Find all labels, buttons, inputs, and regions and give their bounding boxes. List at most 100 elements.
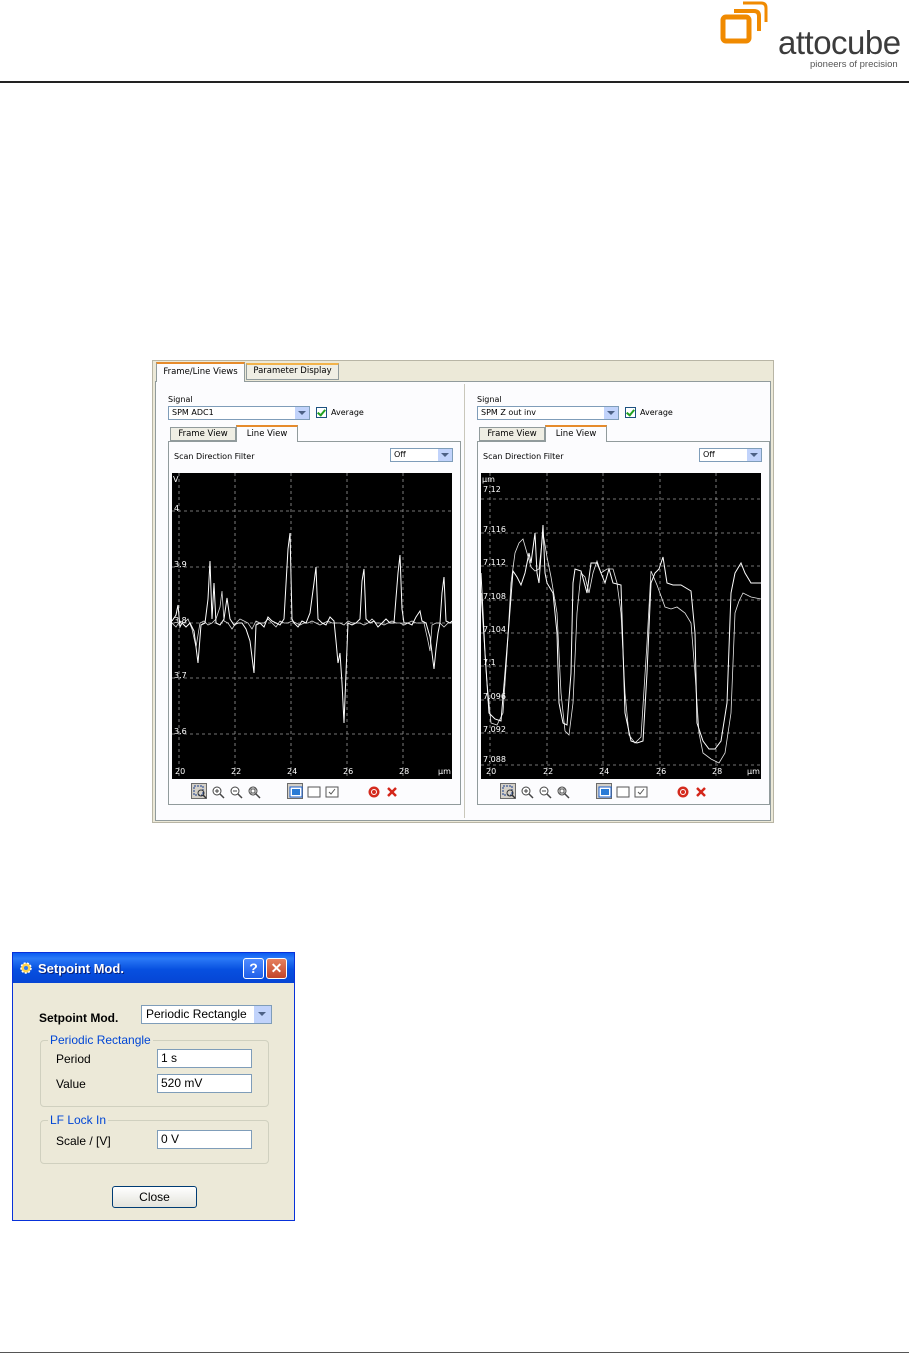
chevron-down-icon[interactable] (603, 407, 618, 419)
signal-value: SPM Z out inv (481, 408, 537, 417)
y-tick-label: 7.116 (483, 525, 506, 534)
x-tick-label: 26 (656, 767, 667, 776)
dialog-titlebar[interactable]: Setpoint Mod. ? ✕ (13, 953, 294, 983)
y-tick-label: 7.096 (483, 692, 506, 701)
line-plot-adc1[interactable]: V 4 3.9 3.8 3.7 3.6 20 22 24 26 28 µm (172, 473, 452, 779)
header-rule (0, 81, 909, 83)
zoom-fit-icon[interactable] (554, 783, 570, 799)
close-icon[interactable]: ✕ (266, 958, 287, 979)
group-title: LF Lock In (48, 1113, 109, 1127)
clear-icon[interactable] (692, 783, 708, 799)
dialog-title: Setpoint Mod. (38, 961, 124, 976)
tab-frame-view[interactable]: Frame View (170, 427, 236, 441)
y-axis-labels: µm 7.12 7.116 7.112 7.108 7.104 7.1 7.09… (481, 473, 515, 779)
tab-parameter-display[interactable]: Parameter Display (246, 363, 339, 380)
tab-line-view[interactable]: Line View (236, 425, 298, 442)
setpoint-mod-label: Setpoint Mod. (39, 1011, 119, 1025)
view-check-icon[interactable] (323, 783, 339, 799)
y-tick-label: 7.1 (483, 658, 496, 667)
setpoint-mod-select[interactable]: Periodic Rectangle (141, 1005, 272, 1024)
view-check-icon[interactable] (632, 783, 648, 799)
value-field[interactable]: 520 mV (157, 1074, 252, 1093)
line-view-panel: Scan Direction Filter Off (477, 441, 770, 805)
scan-direction-filter-label: Scan Direction Filter (483, 452, 564, 461)
export-icon[interactable] (674, 783, 690, 799)
zoom-fit-icon[interactable] (245, 783, 261, 799)
signal-label: Signal (168, 395, 193, 404)
gear-icon (20, 962, 32, 974)
trace-forward (172, 532, 452, 724)
period-label: Period (56, 1052, 91, 1066)
x-tick-label: 26 (343, 767, 354, 776)
average-label: Average (331, 408, 364, 417)
scan-direction-filter-select[interactable]: Off (390, 448, 453, 462)
average-checkbox[interactable] (625, 407, 636, 418)
setpoint-mod-value: Periodic Rectangle (146, 1007, 247, 1021)
tab-frame-line-views[interactable]: Frame/Line Views (156, 362, 245, 382)
periodic-rectangle-group: Periodic Rectangle Period 1 s Value 520 … (40, 1033, 269, 1107)
help-button[interactable]: ? (243, 958, 264, 979)
zoom-out-icon[interactable] (227, 783, 243, 799)
trace-forward (481, 524, 761, 750)
x-axis-labels: 20 22 24 26 28 µm (172, 767, 452, 779)
x-tick-label: 24 (287, 767, 298, 776)
zoom-out-icon[interactable] (536, 783, 552, 799)
left-signal-panel: Signal SPM ADC1 Average Frame View Line … (163, 382, 461, 818)
lf-lock-in-group: LF Lock In Scale / [V] 0 V (40, 1113, 269, 1164)
x-tick-label: 20 (486, 767, 497, 776)
logo-mark-icon (720, 1, 768, 44)
signal-select[interactable]: SPM Z out inv (477, 406, 619, 420)
signal-label: Signal (477, 395, 502, 404)
signal-value: SPM ADC1 (172, 408, 214, 417)
signal-select[interactable]: SPM ADC1 (168, 406, 310, 420)
scale-label: Scale / [V] (56, 1134, 111, 1148)
tab-frame-view[interactable]: Frame View (479, 427, 545, 441)
y-tick-label: 7.12 (483, 485, 501, 494)
footer-rule (0, 1352, 909, 1353)
view-frame-icon[interactable] (305, 783, 321, 799)
setpoint-mod-dialog: Setpoint Mod. ? ✕ Setpoint Mod. Periodic… (12, 952, 295, 1221)
chevron-down-icon[interactable] (746, 449, 761, 461)
trace-backward (481, 532, 761, 764)
line-plot-z-out[interactable]: µm 7.12 7.116 7.112 7.108 7.104 7.1 7.09… (481, 473, 761, 779)
y-tick-label: 7.088 (483, 755, 506, 764)
logo-tagline: pioneers of precision (810, 59, 898, 70)
x-axis-labels: 20 22 24 26 28 µm (481, 767, 761, 779)
zoom-in-icon[interactable] (209, 783, 225, 799)
select-zoom-icon[interactable] (500, 783, 516, 799)
select-zoom-icon[interactable] (191, 783, 207, 799)
clear-icon[interactable] (383, 783, 399, 799)
plot-toolbar (500, 783, 740, 800)
average-checkbox[interactable] (316, 407, 327, 418)
close-button[interactable]: Close (112, 1186, 197, 1208)
view-single-icon[interactable] (596, 783, 612, 799)
scan-direction-filter-label: Scan Direction Filter (174, 452, 255, 461)
attocube-logo: attocube pioneers of precision (718, 0, 909, 72)
y-unit-label: µm (482, 475, 495, 484)
tab-line-view[interactable]: Line View (545, 425, 607, 442)
y-tick-label: 7.104 (483, 625, 506, 634)
scan-view-window: Frame/Line Views Parameter Display Signa… (152, 360, 774, 823)
chevron-down-icon[interactable] (294, 407, 309, 419)
scale-field[interactable]: 0 V (157, 1130, 252, 1149)
x-unit-label: µm (747, 767, 760, 776)
line-view-panel: Scan Direction Filter Off (168, 441, 461, 805)
chevron-down-icon[interactable] (253, 1006, 271, 1023)
view-frame-icon[interactable] (614, 783, 630, 799)
chevron-down-icon[interactable] (437, 449, 452, 461)
logo-wordmark: attocube (778, 24, 901, 61)
scan-direction-filter-select[interactable]: Off (699, 448, 762, 462)
y-tick-label: 3.6 (174, 727, 187, 736)
view-single-icon[interactable] (287, 783, 303, 799)
period-field[interactable]: 1 s (157, 1049, 252, 1068)
export-icon[interactable] (365, 783, 381, 799)
y-tick-label: 3.7 (174, 671, 187, 680)
zoom-in-icon[interactable] (518, 783, 534, 799)
plot-toolbar (191, 783, 431, 800)
y-tick-label: 7.112 (483, 558, 506, 567)
x-tick-label: 28 (712, 767, 723, 776)
y-tick-label: 3.8 (174, 616, 187, 625)
frame-line-views-panel: Signal SPM ADC1 Average Frame View Line … (155, 381, 771, 821)
y-tick-label: 3.9 (174, 560, 187, 569)
x-unit-label: µm (438, 767, 451, 776)
